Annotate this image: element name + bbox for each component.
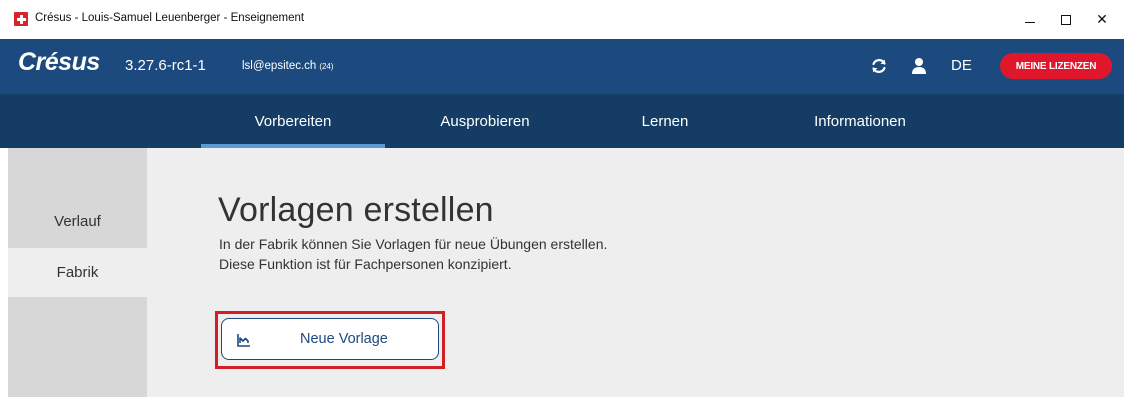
chart-icon <box>237 334 250 347</box>
description-line-2: Diese Funktion ist für Fachpersonen konz… <box>219 256 512 272</box>
sidebar: Verlauf Fabrik <box>8 148 147 397</box>
window-title: Crésus - Louis-Samuel Leuenberger - Ense… <box>35 12 305 24</box>
sidebar-item-verlauf[interactable]: Verlauf <box>8 197 147 246</box>
page-title: Vorlagen erstellen <box>218 191 494 229</box>
version-label: 3.27.6-rc1-1 <box>125 57 206 74</box>
window-titlebar: Crésus - Louis-Samuel Leuenberger - Ense… <box>0 0 1124 39</box>
new-template-button[interactable]: Neue Vorlage <box>221 318 439 360</box>
user-icon[interactable] <box>908 55 930 77</box>
cresus-logo: Crésus <box>18 48 100 76</box>
app-header: Crésus 3.27.6-rc1-1 lsl@epsitec.ch (24) D… <box>0 39 1124 94</box>
close-icon: ✕ <box>1096 11 1108 28</box>
my-licenses-button[interactable]: MEINE LIZENZEN <box>1000 53 1112 79</box>
close-button[interactable]: ✕ <box>1080 0 1124 39</box>
account-count: (24) <box>319 62 334 71</box>
language-selector[interactable]: DE <box>951 57 972 74</box>
account-email[interactable]: lsl@epsitec.ch (24) <box>242 60 334 72</box>
minimize-icon <box>1025 22 1035 23</box>
account-email-text: lsl@epsitec.ch <box>242 60 317 72</box>
maximize-icon <box>1061 14 1071 25</box>
tab-informationen[interactable]: Informationen <box>760 94 960 148</box>
tab-lernen[interactable]: Lernen <box>595 94 735 148</box>
tab-vorbereiten[interactable]: Vorbereiten <box>201 94 385 148</box>
page-description: In der Fabrik können Sie Vorlagen für ne… <box>219 234 607 274</box>
refresh-icon[interactable] <box>868 55 890 77</box>
main-content: Vorlagen erstellen In der Fabrik können … <box>147 148 1124 397</box>
description-line-1: In der Fabrik können Sie Vorlagen für ne… <box>219 236 608 252</box>
new-template-label: Neue Vorlage <box>300 331 388 347</box>
swiss-flag-icon <box>14 12 28 26</box>
main-nav: Vorbereiten Ausprobieren Lernen Informat… <box>0 94 1124 148</box>
sidebar-item-fabrik[interactable]: Fabrik <box>8 248 147 297</box>
tab-ausprobieren[interactable]: Ausprobieren <box>400 94 570 148</box>
